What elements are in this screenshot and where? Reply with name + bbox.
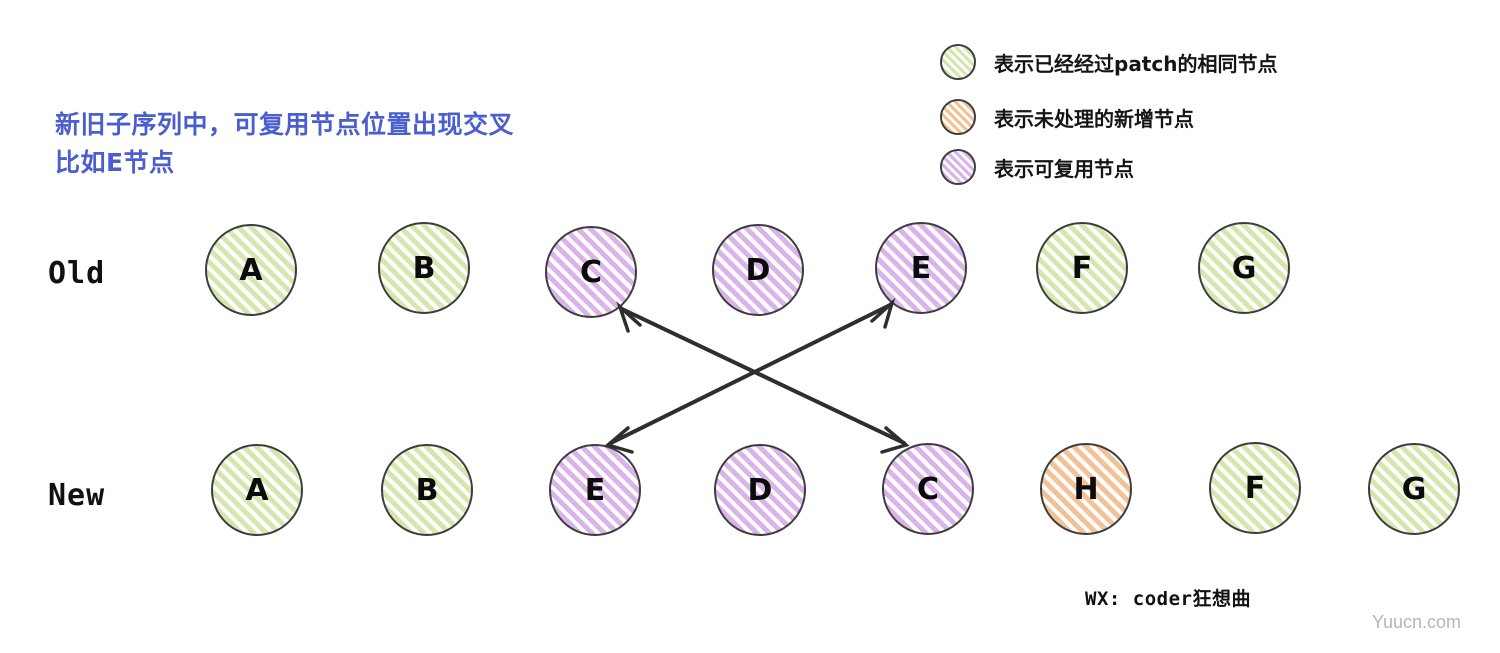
new-node-c: C (882, 443, 974, 535)
new-node-h: H (1040, 443, 1132, 535)
arrow-old-c-to-new-c (620, 307, 906, 445)
legend-item-reusable-node: 表示可复用节点 (940, 149, 1134, 185)
node-label: D (745, 252, 771, 288)
node-label: A (245, 472, 269, 508)
arrowhead-at-old-c (616, 301, 642, 333)
legend-label: 表示可复用节点 (994, 156, 1134, 181)
arrow-old-e-to-new-e (609, 303, 892, 445)
node-label: A (239, 252, 263, 288)
site-watermark: Yuucn.com (1372, 612, 1462, 632)
row-label-new: New (48, 478, 106, 513)
connection-arrows (604, 297, 910, 454)
node-label: C (916, 471, 940, 507)
old-node-f: F (1036, 222, 1128, 314)
node-label: C (579, 254, 603, 290)
legend-label: 表示已经经过patch的相同节点 (994, 51, 1278, 76)
green-hatched-circle-icon (940, 44, 976, 80)
old-node-c: C (545, 226, 637, 318)
row-label-old: Old (48, 256, 106, 291)
wechat-watermark: WX: coder狂想曲 (1085, 588, 1251, 610)
purple-hatched-circle-icon (940, 149, 976, 185)
old-node-e: E (875, 222, 967, 314)
node-label: D (747, 472, 773, 508)
new-node-f: F (1209, 442, 1301, 534)
node-label: F (1244, 470, 1266, 506)
node-label: B (412, 250, 436, 286)
title-line-1: 新旧子序列中，可复用节点位置出现交叉 (55, 110, 515, 139)
legend-item-patched-node: 表示已经经过patch的相同节点 (940, 44, 1277, 80)
new-node-e: E (549, 444, 641, 536)
legend-label: 表示未处理的新增节点 (994, 106, 1194, 131)
node-label: G (1231, 250, 1257, 286)
page-title: 新旧子序列中，可复用节点位置出现交叉 比如E节点 (55, 106, 514, 182)
new-node-b: B (381, 444, 473, 536)
new-node-g: G (1368, 443, 1460, 535)
old-node-d: D (712, 224, 804, 316)
node-label: G (1401, 471, 1427, 507)
arrowhead-at-new-c (880, 426, 910, 454)
old-node-b: B (378, 222, 470, 314)
new-node-d: D (714, 444, 806, 536)
node-label: E (910, 250, 932, 286)
old-node-g: G (1198, 222, 1290, 314)
arrowhead-at-old-e (870, 297, 896, 329)
node-label: H (1073, 471, 1099, 507)
node-label: E (584, 472, 606, 508)
diagram-canvas: 新旧子序列中，可复用节点位置出现交叉 比如E节点 表示已经经过patch的相同节… (0, 0, 1500, 653)
node-label: F (1071, 250, 1093, 286)
legend-item-new-node: 表示未处理的新增节点 (940, 99, 1194, 135)
title-line-2: 比如E节点 (55, 148, 175, 177)
orange-hatched-circle-icon (940, 99, 976, 135)
node-label: B (415, 472, 439, 508)
new-node-a: A (211, 444, 303, 536)
old-node-a: A (205, 224, 297, 316)
